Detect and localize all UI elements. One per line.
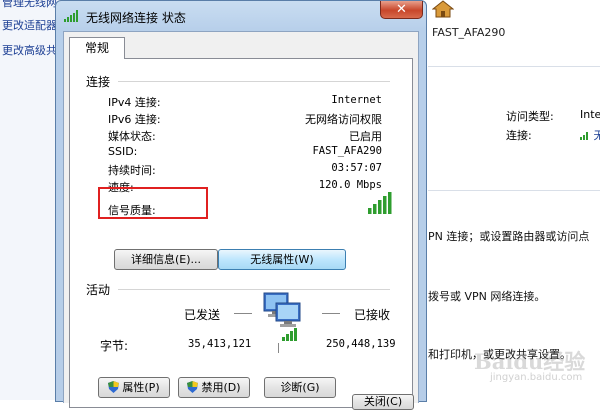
sidebar-link-advanced-sharing[interactable]: 更改高级共: [2, 42, 57, 58]
sent-label: 已发送: [184, 306, 220, 323]
sidebar-link-manage-wireless[interactable]: 管理无线网: [2, 0, 57, 10]
bytes-received-value: 250,448,139: [326, 338, 396, 350]
disable-button[interactable]: 禁用(D): [178, 377, 250, 398]
activity-section-title: 活动: [86, 281, 110, 298]
window-title: 无线网络连接 状态: [86, 9, 186, 26]
section-divider: [118, 289, 390, 290]
ipv4-value: Internet: [331, 94, 382, 106]
close-window-button[interactable]: ✕: [380, 1, 423, 19]
close-button[interactable]: 关闭(C): [352, 394, 414, 410]
signal-bar: [373, 204, 377, 214]
connection-section-title: 连接: [86, 73, 110, 90]
sidebar-link-change-adapter[interactable]: 更改适配器: [2, 17, 57, 33]
signal-bar: [378, 200, 382, 214]
network-name: FAST_AFA290: [432, 26, 505, 39]
ipv6-value: 无网络访问权限: [305, 111, 382, 127]
signal-strength-icon: [368, 192, 394, 214]
ssid-value: FAST_AFA290: [312, 145, 382, 157]
network-computers-icon: [260, 291, 308, 341]
bytes-sent-value: 35,413,121: [188, 338, 251, 350]
divider: [428, 66, 600, 67]
setup-connection-text: PN 连接；或设置路由器或访问点: [428, 228, 589, 244]
connection-link[interactable]: 无线: [580, 127, 600, 143]
control-panel-sidebar: 管理无线网 更改适配器 更改高级共: [0, 0, 62, 400]
diagnose-button[interactable]: 诊断(G): [264, 377, 336, 398]
duration-label: 持续时间:: [108, 162, 156, 178]
signal-bar: [383, 196, 387, 214]
bytes-label: 字节:: [100, 337, 128, 354]
sent-line: [234, 313, 252, 314]
received-label: 已接收: [354, 306, 390, 323]
media-state-value: 已启用: [349, 128, 382, 144]
uac-shield-icon: [187, 381, 198, 393]
general-tab-panel: 连接 IPv4 连接: Internet IPv6 连接: 无网络访问权限 媒体…: [69, 58, 413, 408]
media-state-label: 媒体状态:: [108, 128, 156, 144]
ssid-label: SSID:: [108, 145, 137, 158]
home-network-icon: [432, 0, 454, 18]
uac-shield-icon: [108, 381, 119, 393]
ipv6-label: IPv6 连接:: [108, 111, 161, 127]
signal-bar: [388, 192, 392, 214]
connection-value: 无线: [594, 129, 600, 142]
section-divider: [118, 81, 390, 82]
connection-label: 连接:: [506, 127, 532, 143]
duration-value: 03:57:07: [331, 162, 382, 174]
status-dialog: 无线网络连接 状态 ✕ 常规 连接 IPv4 连接: Internet IPv6…: [55, 0, 427, 402]
access-type-label: 访问类型:: [506, 108, 554, 124]
wireless-properties-button[interactable]: 无线属性(W): [218, 249, 346, 270]
disable-label: 禁用(D): [201, 381, 240, 394]
properties-label: 属性(P): [122, 381, 159, 394]
bytes-separator: [278, 343, 279, 353]
signal-icon: [580, 131, 590, 140]
highlight-box: [98, 187, 208, 219]
received-line: [322, 313, 340, 314]
details-button[interactable]: 详细信息(E)...: [114, 249, 218, 270]
signal-bar: [368, 208, 372, 214]
watermark-url: jingyan.baidu.com: [490, 372, 582, 383]
vpn-text: 拨号或 VPN 网络连接。: [428, 288, 545, 304]
tab-general[interactable]: 常规: [69, 37, 125, 59]
access-type-value: Inte: [580, 108, 600, 121]
divider: [428, 190, 600, 191]
ipv4-label: IPv4 连接:: [108, 94, 161, 110]
wireless-signal-icon: [64, 10, 80, 22]
properties-button[interactable]: 属性(P): [98, 377, 170, 398]
speed-value: 120.0 Mbps: [319, 179, 382, 191]
